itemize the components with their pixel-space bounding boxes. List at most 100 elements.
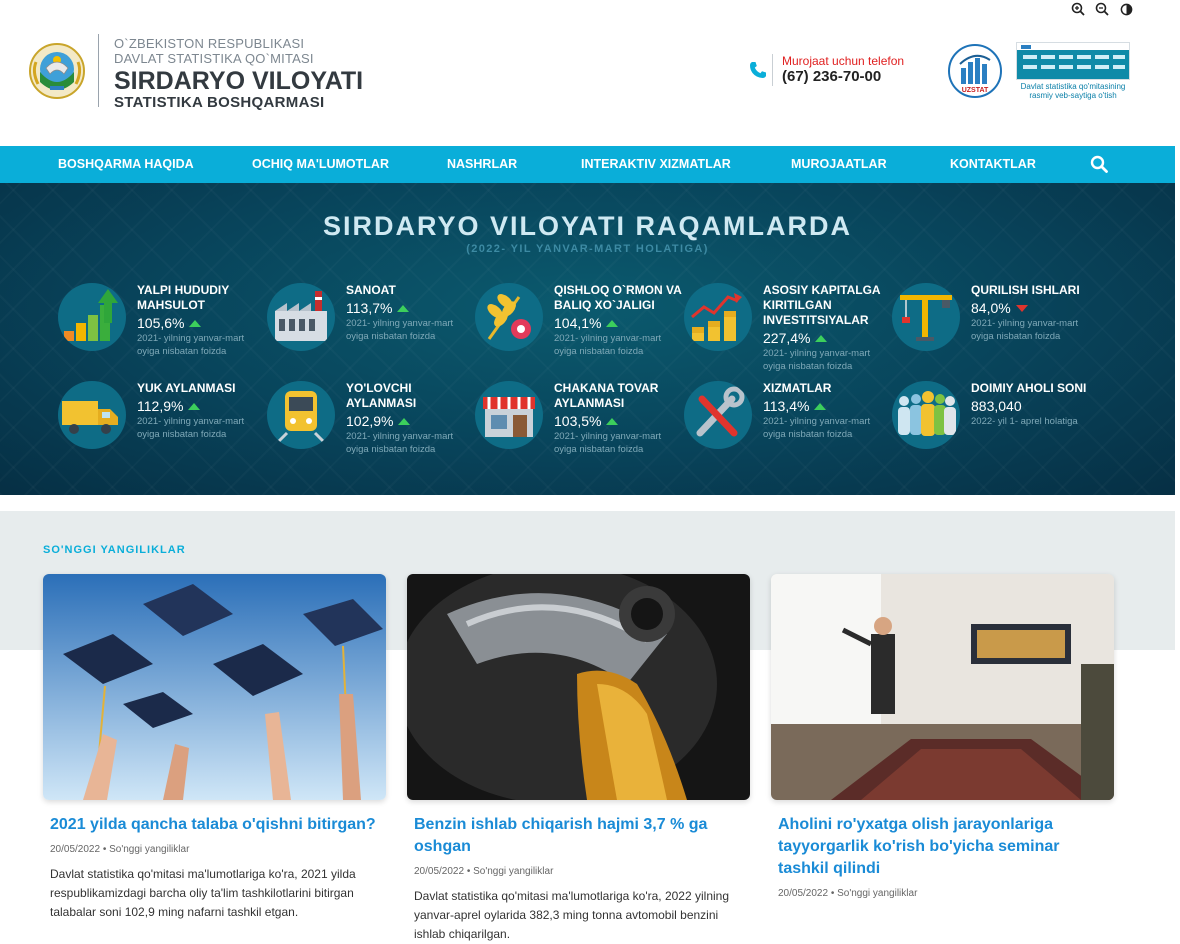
news-excerpt: Davlat statistika qo'mitasi ma'lumotlari… [50, 867, 356, 919]
stat-note: 2021- yilning yanvar-mart oyiga nisbatan… [137, 333, 245, 357]
news-meta: 20/05/2022 • So'nggi yangiliklar [414, 866, 554, 877]
stat-population[interactable]: DOIMIY AHOLI SONI 883,040 2022- yil 1- a… [892, 381, 1097, 451]
website-preview-thumbnail [1016, 42, 1130, 80]
stat-construction[interactable]: QURILISH ISHLARI 84,0% 2021- yilning yan… [892, 283, 1097, 353]
news-heading: SO'NGGI YANGILIKLAR [43, 544, 186, 556]
org-line-1: O`ZBEKISTON RESPUBLIKASI [114, 36, 305, 51]
stat-name: ASOSIY KAPITALGA KIRITILGAN INVESTITSIYA… [763, 283, 881, 327]
stat-freight[interactable]: YUK AYLANMASI 112,9% 2021- yilning yanva… [58, 381, 263, 451]
trend-up-icon [606, 417, 619, 425]
stat-name: DOIMIY AHOLI SONI [971, 381, 1087, 395]
stat-name: QISHLOQ O`RMON VA BALIQ XO`JALIGI [554, 283, 682, 312]
accessibility-bar [1070, 0, 1134, 18]
contrast-toggle-icon[interactable] [1118, 1, 1134, 17]
coins-chart-icon [684, 283, 752, 351]
stat-value: 102,9% [346, 413, 394, 429]
banner-subtitle: (2022- YIL YANVAR-MART HOLATIGA) [466, 243, 709, 255]
stat-name: YO'LOVCHI AYLANMASI [346, 381, 417, 410]
trend-up-icon [606, 319, 619, 327]
phone-label: Murojaat uchun telefon [782, 54, 905, 68]
crane-icon [892, 283, 960, 351]
zoom-in-icon[interactable] [1070, 1, 1086, 17]
trend-up-icon [189, 319, 202, 327]
phone-icon [748, 60, 768, 80]
stat-name: SANOAT [346, 283, 396, 297]
nav-item-publications[interactable]: NASHRLAR [447, 157, 517, 171]
stat-value: 104,1% [554, 315, 602, 331]
stat-passenger[interactable]: YO'LOVCHI AYLANMASI 102,9% 2021- yilning… [267, 381, 472, 455]
bar-growth-icon [58, 283, 126, 351]
stat-gov-website-link[interactable]: Davlat statistika qo'mitasining rasmiy v… [1016, 42, 1130, 100]
trend-up-icon [188, 402, 201, 410]
stat-value: 227,4% [763, 330, 811, 346]
nav-item-open-data[interactable]: OCHIQ MA'LUMOTLAR [252, 157, 389, 171]
stat-note: 2021- yilning yanvar-mart oyiga nisbatan… [763, 416, 871, 440]
stat-name: QURILISH ISHLARI [971, 283, 1080, 297]
nav-item-appeals[interactable]: MUROJAATLAR [791, 157, 887, 171]
news-title-link[interactable]: Aholini ro'yxatga olish jarayonlariga ta… [778, 814, 1114, 880]
region-stats-banner: SIRDARYO VILOYATI RAQAMLARDA (2022- YIL … [0, 183, 1175, 495]
stat-investments[interactable]: ASOSIY KAPITALGA KIRITILGAN INVESTITSIYA… [684, 283, 889, 372]
trend-down-icon [1015, 304, 1028, 312]
stat-value: 112,9% [137, 398, 184, 414]
stat-value: 883,040 [971, 398, 1022, 414]
stat-services[interactable]: XIZMATLAR 113,4% 2021- yilning yanvar-ma… [684, 381, 889, 451]
stat-agriculture[interactable]: QISHLOQ O`RMON VA BALIQ XO`JALIGI 104,1%… [475, 283, 681, 357]
organization-name[interactable]: O`ZBEKISTON RESPUBLIKASI DAVLAT STATISTI… [114, 36, 363, 111]
nav-item-about[interactable]: BOSHQARMA HAQIDA [58, 157, 194, 171]
graduation-caps-photo[interactable] [43, 574, 386, 800]
news-meta: 20/05/2022 • So'nggi yangiliklar [778, 888, 918, 899]
news-card: Aholini ro'yxatga olish jarayonlariga ta… [771, 574, 1114, 899]
trend-up-icon [815, 334, 828, 342]
people-icon [892, 381, 960, 449]
stat-name: YUK AYLANMASI [137, 381, 236, 395]
header-divider [98, 34, 99, 107]
phone-number: (67) 236-70-00 [782, 68, 882, 85]
stat-note: 2021- yilning yanvar-mart oyiga nisbatan… [346, 318, 454, 342]
trend-up-icon [397, 304, 410, 312]
stat-value: 113,4% [763, 398, 810, 414]
stat-value: 103,5% [554, 413, 602, 429]
tools-icon [684, 381, 752, 449]
stat-gdp[interactable]: YALPI HUDUDIY MAHSULOT 105,6% 2021- yiln… [58, 283, 263, 357]
stat-note: 2021- yilning yanvar-mart oyiga nisbatan… [346, 431, 454, 455]
shop-icon [475, 381, 543, 449]
state-emblem-icon[interactable] [28, 42, 86, 100]
trend-up-icon [814, 402, 827, 410]
zoom-out-icon[interactable] [1094, 1, 1110, 17]
website-link-caption: Davlat statistika qo'mitasining rasmiy v… [1020, 82, 1126, 100]
stat-note: 2021- yilning yanvar-mart oyiga nisbatan… [971, 318, 1079, 342]
news-meta: 20/05/2022 • So'nggi yangiliklar [50, 844, 190, 855]
stat-industry[interactable]: SANOAT 113,7% 2021- yilning yanvar-mart … [267, 283, 472, 353]
factory-icon [267, 283, 335, 351]
org-line-2: DAVLAT STATISTIKA QO`MITASI [114, 51, 314, 66]
fuel-nozzle-photo[interactable] [407, 574, 750, 800]
org-subtitle: STATISTIKA BOSHQARMASI [114, 94, 325, 111]
seminar-presentation-photo[interactable] [771, 574, 1114, 800]
uzstat-label: UZSTAT [962, 87, 989, 94]
truck-icon [58, 381, 126, 449]
train-icon [267, 381, 335, 449]
stat-value: 105,6% [137, 315, 185, 331]
stat-value: 113,7% [346, 300, 393, 316]
news-card: Benzin ishlab chiqarish hajmi 3,7 % ga o… [407, 574, 750, 944]
news-excerpt: Davlat statistika qo'mitasi ma'lumotlari… [414, 889, 730, 941]
stat-retail[interactable]: CHAKANA TOVAR AYLANMASI 103,5% 2021- yil… [475, 381, 680, 455]
news-title-link[interactable]: 2021 yilda qancha talaba o'qishni bitirg… [50, 814, 386, 836]
stat-name: YALPI HUDUDIY MAHSULOT [137, 283, 230, 312]
contact-phone[interactable]: Murojaat uchun telefon (67) 236-70-00 [748, 54, 904, 86]
wheat-gear-icon [475, 283, 543, 351]
news-card: 2021 yilda qancha talaba o'qishni bitirg… [43, 574, 386, 922]
nav-item-contacts[interactable]: KONTAKTLAR [950, 157, 1036, 171]
stat-note: 2021- yilning yanvar-mart oyiga nisbatan… [137, 416, 245, 440]
banner-title: SIRDARYO VILOYATI RAQAMLARDA [322, 211, 852, 241]
trend-up-icon [398, 417, 411, 425]
news-title-link[interactable]: Benzin ishlab chiqarish hajmi 3,7 % ga o… [414, 814, 750, 858]
site-header: O`ZBEKISTON RESPUBLIKASI DAVLAT STATISTI… [28, 30, 1148, 130]
stat-name: XIZMATLAR [763, 381, 832, 395]
uzstat-logo[interactable]: UZSTAT [948, 44, 1002, 98]
main-navigation: BOSHQARMA HAQIDA OCHIQ MA'LUMOTLAR NASHR… [0, 146, 1175, 183]
search-icon[interactable] [1090, 155, 1108, 173]
nav-item-interactive-services[interactable]: INTERAKTIV XIZMATLAR [581, 157, 731, 171]
stat-note: 2021- yilning yanvar-mart oyiga nisbatan… [554, 431, 662, 455]
